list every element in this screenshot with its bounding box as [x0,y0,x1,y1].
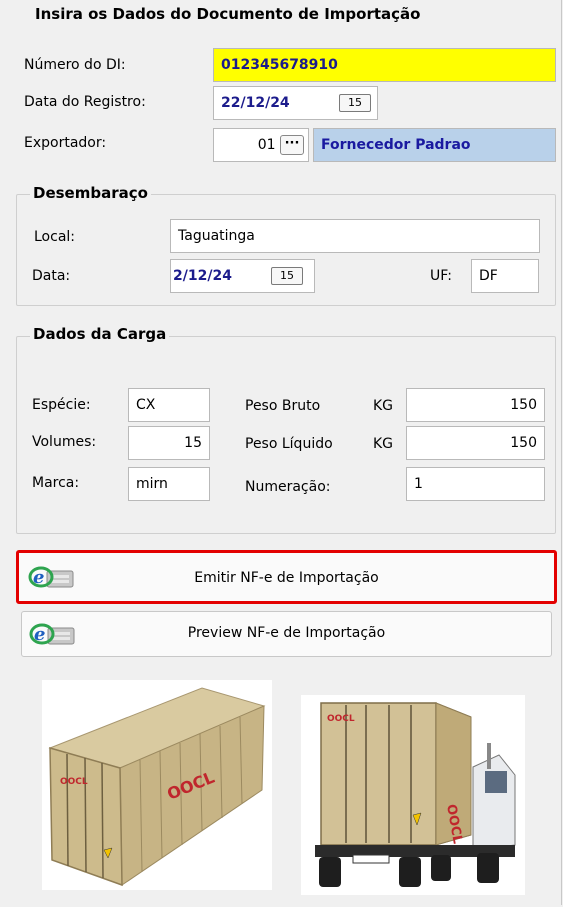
volumes-input[interactable]: 15 [128,426,210,460]
preview-nfe-label: Preview NF-e de Importação [187,625,386,641]
truck-brand-front: OOCL [327,714,355,724]
uf-label: UF: [430,268,452,284]
peso-liquido-label: Peso Líquido [245,436,333,452]
peso-bruto-unit: KG [373,398,394,414]
calendar-icon[interactable]: 15 [271,267,303,285]
exportador-label: Exportador: [24,135,107,151]
shipping-container-image: OOCL OOCL [42,680,272,890]
peso-liquido-unit: KG [373,436,394,452]
peso-bruto-input[interactable]: 150 [406,388,545,422]
peso-liquido-input[interactable]: 150 [406,426,545,460]
marca-input[interactable]: mirn [128,467,210,501]
carga-title: Dados da Carga [30,325,170,343]
container-truck-image: OOCL OOCL [301,695,525,895]
especie-input[interactable]: CX [128,388,210,422]
emitir-nfe-label: Emitir NF-e de Importação [194,570,379,586]
exportador-code: 01 [257,137,276,153]
especie-label: Espécie: [32,397,91,413]
data-desembaraco-label: Data: [32,268,71,284]
calendar-icon[interactable]: 15 [339,94,371,112]
data-registro-label: Data do Registro: [24,94,146,110]
container-brand-front: OOCL [60,777,88,787]
marca-label: Marca: [32,475,80,491]
import-form-window: Insira os Dados do Documento de Importaç… [0,0,562,905]
section-title: Insira os Dados do Documento de Importaç… [32,5,424,23]
emitir-nfe-button[interactable]: e Emitir NF-e de Importação [16,550,557,604]
exportador-name: Fornecedor Padrao [313,128,556,162]
data-desembaraco-value: 2/12/24 [173,268,232,284]
preview-nfe-button[interactable]: e Preview NF-e de Importação [21,611,552,657]
desembaraco-title: Desembaraço [30,184,151,202]
numeracao-input[interactable]: 1 [406,467,545,501]
uf-input[interactable]: DF [471,259,539,293]
numero-di-input[interactable]: 012345678910 [213,48,556,82]
lookup-button[interactable]: ··· [280,135,304,155]
local-input[interactable]: Taguatinga [170,219,540,253]
peso-bruto-label: Peso Bruto [245,398,321,414]
numero-di-label: Número do DI: [24,57,126,73]
numeracao-label: Numeração: [245,479,331,495]
volumes-label: Volumes: [32,434,97,450]
data-registro-value: 22/12/24 [221,95,290,111]
local-label: Local: [34,229,76,245]
exportador-code-input[interactable]: 01 ··· [213,128,309,162]
